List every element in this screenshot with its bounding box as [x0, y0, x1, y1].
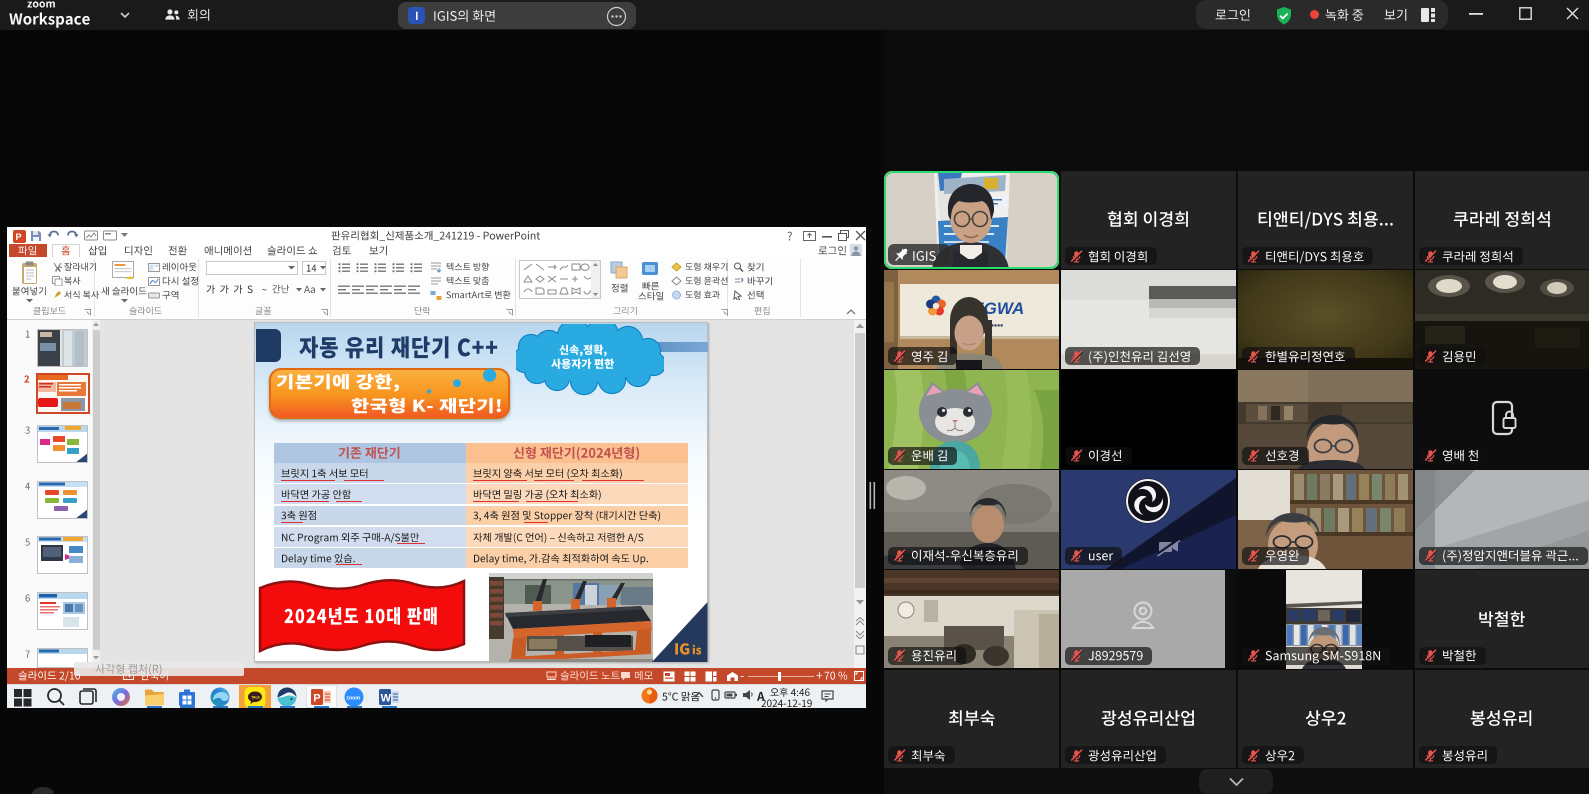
svg-text:W: W	[381, 692, 392, 704]
svg-text:P: P	[16, 232, 22, 242]
svg-text:P: P	[313, 692, 320, 704]
svg-text:zoom: zoom	[346, 695, 360, 701]
svg-text:TALK: TALK	[251, 695, 260, 699]
